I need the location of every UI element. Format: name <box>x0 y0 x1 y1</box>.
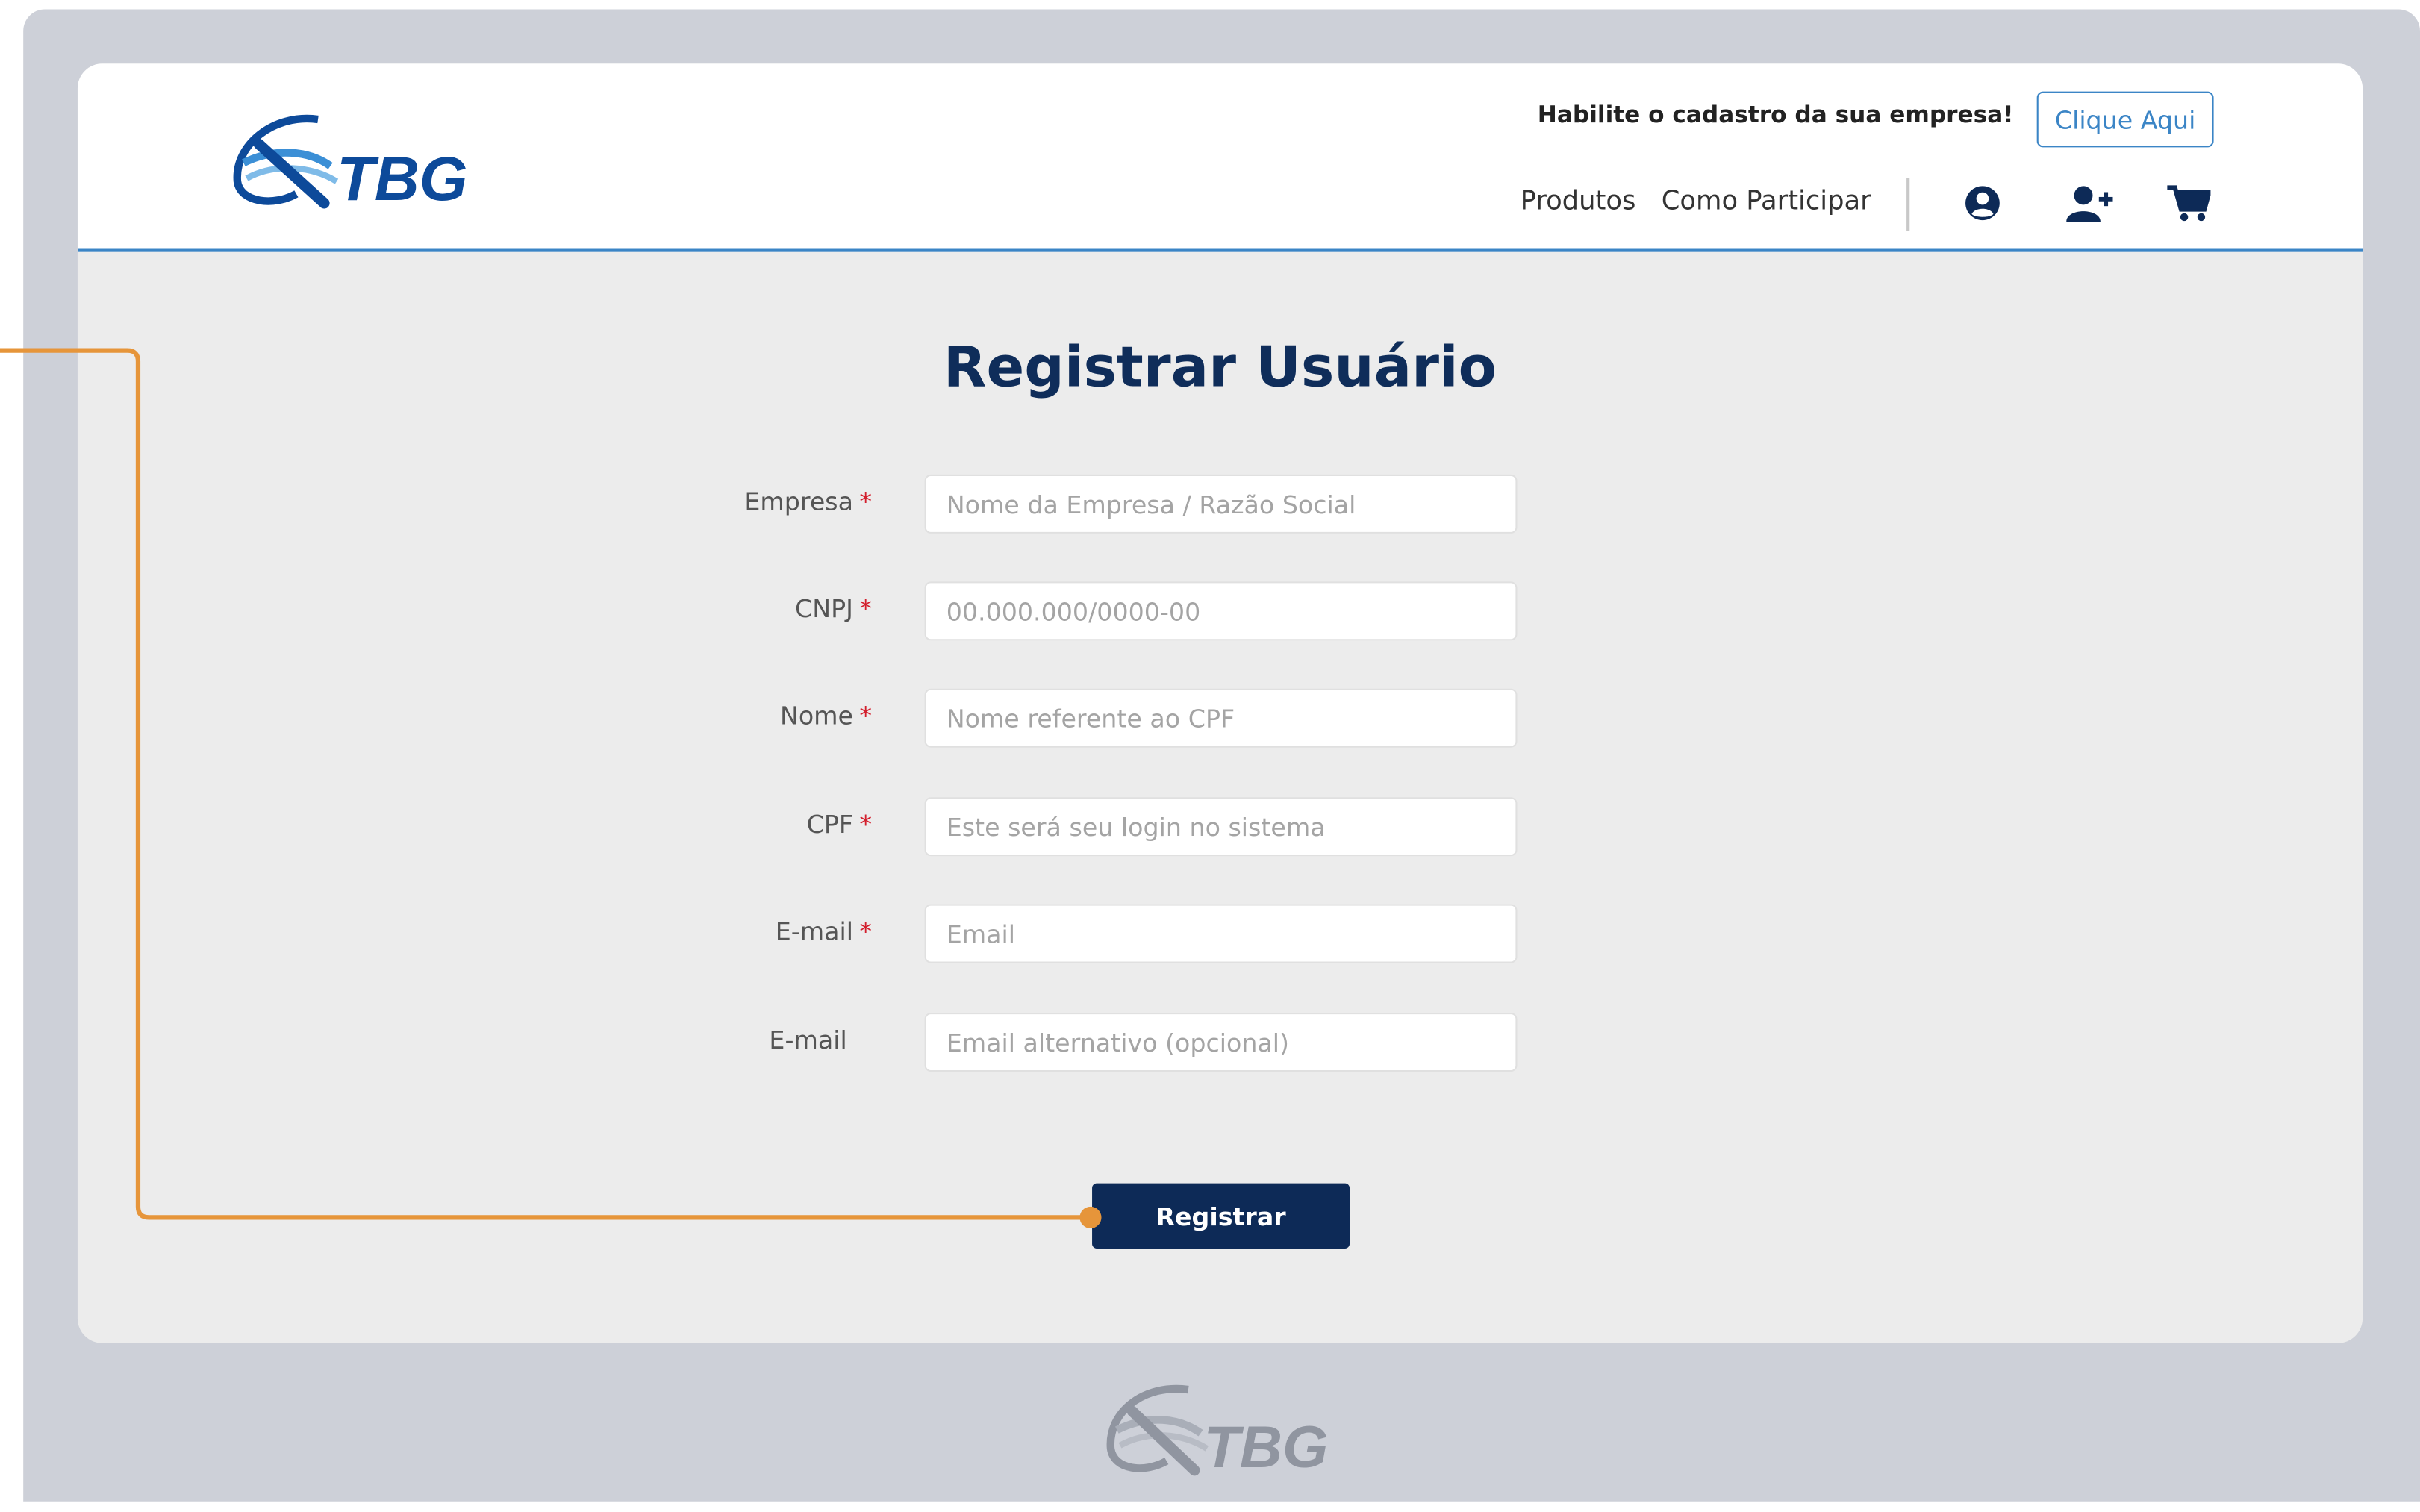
clique-aqui-button[interactable]: Clique Aqui <box>2036 91 2214 148</box>
email-label: E-mail * <box>775 916 872 946</box>
user-plus-icon[interactable] <box>2066 180 2113 226</box>
page: TBG Habilite o cadastro da sua empresa! … <box>0 0 2420 1512</box>
nav-divider <box>1906 178 1910 231</box>
required-marker: * <box>859 593 872 624</box>
nav-produtos[interactable]: Produtos <box>1521 186 1636 217</box>
email-input[interactable] <box>924 904 1518 963</box>
site-header: TBG Habilite o cadastro da sua empresa! … <box>77 63 2363 252</box>
nav-como-participar[interactable]: Como Participar <box>1662 186 1871 217</box>
required-marker: * <box>859 487 872 517</box>
logo-text: TBG <box>337 144 467 209</box>
page-card: TBG Habilite o cadastro da sua empresa! … <box>77 63 2363 1343</box>
cpf-label: CPF * <box>806 809 872 840</box>
tbg-logo[interactable]: TBG <box>228 110 476 210</box>
footer-tbg-logo: TBG <box>1106 1384 1329 1476</box>
nome-label: Nome * <box>779 701 872 731</box>
required-marker: * <box>859 809 872 840</box>
nome-input[interactable] <box>924 688 1518 748</box>
cnpj-input[interactable] <box>924 581 1518 641</box>
user-circle-icon[interactable] <box>1959 180 2006 226</box>
required-marker: * <box>859 701 872 731</box>
cpf-input[interactable] <box>924 797 1518 857</box>
cart-icon[interactable] <box>2165 180 2212 226</box>
empresa-input[interactable] <box>924 474 1518 534</box>
cnpj-label: CNPJ * <box>795 593 872 624</box>
required-marker: * <box>859 916 872 946</box>
promo-text: Habilite o cadastro da sua empresa! <box>1537 101 2014 129</box>
email-alternativo-label: E-mail <box>769 1025 847 1055</box>
footer-logo-text: TBG <box>1204 1414 1329 1476</box>
email-alternativo-input[interactable] <box>924 1013 1518 1072</box>
registrar-button[interactable]: Registrar <box>1092 1183 1350 1249</box>
page-title: Registrar Usuário <box>943 336 1497 401</box>
empresa-label: Empresa * <box>744 487 872 517</box>
